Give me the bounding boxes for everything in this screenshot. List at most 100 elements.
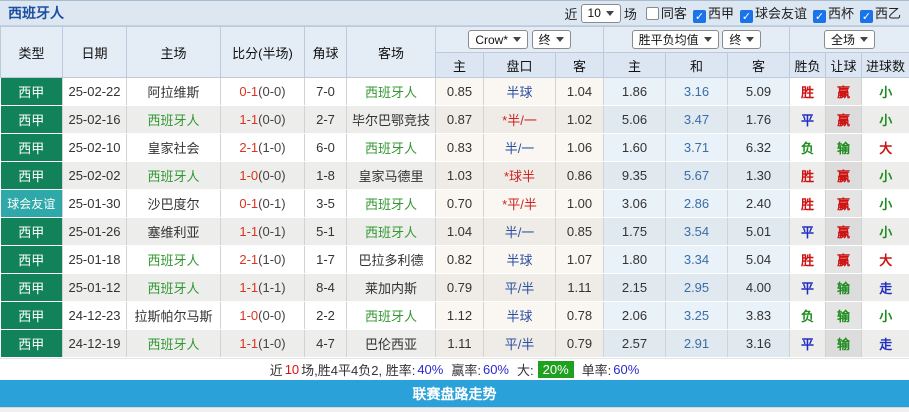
away-team[interactable]: 巴拉多利德 <box>347 246 436 274</box>
filter-bar: 近 10 场 同客✓西甲✓球会友谊✓西杯✓西乙 <box>565 3 901 23</box>
avg-time-select[interactable]: 终 <box>722 30 761 49</box>
away-team[interactable]: 西班牙人 <box>347 78 436 106</box>
corner-cell: 8-4 <box>305 274 347 302</box>
away-team[interactable]: 巴伦西亚 <box>347 330 436 358</box>
handicap-cell: *半/一 <box>484 106 556 134</box>
goals-result-cell: 小 <box>862 218 909 246</box>
chevron-down-icon <box>860 37 868 42</box>
avg-home-cell: 5.06 <box>604 106 666 134</box>
goals-result-cell: 走 <box>862 330 909 358</box>
col-header-corner: 角球 <box>305 27 347 78</box>
handicap-cell: *球半 <box>484 162 556 190</box>
corner-cell: 2-7 <box>305 106 347 134</box>
recent-count-value: 10 <box>588 6 601 20</box>
away-team[interactable]: 莱加内斯 <box>347 274 436 302</box>
halftime-score: (0-0) <box>258 84 285 99</box>
home-team[interactable]: 阿拉维斯 <box>127 78 221 106</box>
home-team[interactable]: 西班牙人 <box>127 330 221 358</box>
avg-away-cell: 4.00 <box>728 274 790 302</box>
filter-checkbox-label-0[interactable]: 同客 <box>661 6 687 21</box>
filter-checkbox-2[interactable]: ✓ <box>740 10 753 23</box>
match-row: 球会友谊25-01-30沙巴度尔0-1(0-1)3-5西班牙人0.70*平/半1… <box>1 190 909 218</box>
bookmaker-select[interactable]: Crow* <box>468 30 528 49</box>
filter-checkbox-1[interactable]: ✓ <box>693 10 706 23</box>
away-team[interactable]: 毕尔巴鄂竞技 <box>347 106 436 134</box>
home-team[interactable]: 西班牙人 <box>127 274 221 302</box>
away-team[interactable]: 西班牙人 <box>347 190 436 218</box>
col-header-away: 客场 <box>347 27 436 78</box>
let-rate: 60% <box>483 362 509 377</box>
away-odds-cell: 0.78 <box>556 302 604 330</box>
home-odds-cell: 1.04 <box>436 218 484 246</box>
halftime-score: (0-0) <box>258 112 285 127</box>
home-team[interactable]: 西班牙人 <box>127 246 221 274</box>
home-team[interactable]: 西班牙人 <box>127 162 221 190</box>
home-team[interactable]: 拉斯帕尔马斯 <box>127 302 221 330</box>
away-odds-cell: 0.86 <box>556 162 604 190</box>
filter-checkbox-3[interactable]: ✓ <box>813 10 826 23</box>
filter-checkbox-label-1[interactable]: 西甲 <box>708 6 734 21</box>
scope-select-value: 全场 <box>831 31 855 48</box>
matches-table: 类型 日期 主场 比分(半场) 角球 客场 Crow* 终 胜平负均值 <box>0 26 909 358</box>
fulltime-score: 1-0 <box>239 168 258 183</box>
recent-count-select[interactable]: 10 <box>581 4 621 23</box>
filter-checkbox-label-4[interactable]: 西乙 <box>875 6 901 21</box>
corner-cell: 3-5 <box>305 190 347 218</box>
bookmaker-time-select[interactable]: 终 <box>532 30 571 49</box>
away-team[interactable]: 西班牙人 <box>347 302 436 330</box>
chevron-down-icon <box>513 37 521 42</box>
handicap-cell: 半球 <box>484 302 556 330</box>
letball-result-cell: 输 <box>826 302 862 330</box>
scope-select[interactable]: 全场 <box>824 30 875 49</box>
halftime-score: (1-1) <box>258 280 285 295</box>
date-cell: 25-01-12 <box>63 274 127 302</box>
away-odds-cell: 1.07 <box>556 246 604 274</box>
fulltime-score: 0-1 <box>239 196 258 211</box>
home-odds-cell: 0.87 <box>436 106 484 134</box>
away-team[interactable]: 西班牙人 <box>347 134 436 162</box>
avg-away-cell: 5.04 <box>728 246 790 274</box>
result-cell: 平 <box>790 274 826 302</box>
avg-draw-cell: 3.34 <box>666 246 728 274</box>
home-odds-cell: 0.85 <box>436 78 484 106</box>
handicap-cell: 半球 <box>484 78 556 106</box>
avg-away-cell: 6.32 <box>728 134 790 162</box>
handicap-cell: 半/一 <box>484 218 556 246</box>
sub-header-avg-home: 主 <box>604 53 666 78</box>
filter-checkbox-label-3[interactable]: 西杯 <box>828 6 854 21</box>
match-row: 西甲24-12-23拉斯帕尔马斯1-0(0-0)2-2西班牙人1.12半球0.7… <box>1 302 909 330</box>
corner-cell: 7-0 <box>305 78 347 106</box>
home-team[interactable]: 沙巴度尔 <box>127 190 221 218</box>
filter-checkbox-0[interactable] <box>646 7 659 20</box>
result-cell: 平 <box>790 330 826 358</box>
goals-result-cell: 小 <box>862 190 909 218</box>
score-cell: 1-0(0-0) <box>221 302 305 330</box>
avg-home-cell: 2.06 <box>604 302 666 330</box>
avg-draw-cell: 3.47 <box>666 106 728 134</box>
home-team[interactable]: 皇家社会 <box>127 134 221 162</box>
chevron-down-icon <box>606 11 614 16</box>
sub-header-avg-draw: 和 <box>666 53 728 78</box>
corner-cell: 4-7 <box>305 330 347 358</box>
win-rate: 40% <box>417 362 443 377</box>
date-cell: 25-02-22 <box>63 78 127 106</box>
home-team[interactable]: 塞维利亚 <box>127 218 221 246</box>
avg-type-select[interactable]: 胜平负均值 <box>632 30 719 49</box>
away-team[interactable]: 皇家马德里 <box>347 162 436 190</box>
handicap-cell: 半/一 <box>484 134 556 162</box>
halftime-score: (0-0) <box>258 168 285 183</box>
fulltime-score: 0-1 <box>239 84 258 99</box>
sub-header-odds-away: 客 <box>556 53 604 78</box>
away-team[interactable]: 西班牙人 <box>347 218 436 246</box>
avg-draw-cell: 2.86 <box>666 190 728 218</box>
filter-checkbox-label-2[interactable]: 球会友谊 <box>755 6 807 21</box>
letball-result-cell: 输 <box>826 330 862 358</box>
avg-away-cell: 5.09 <box>728 78 790 106</box>
filter-checkbox-4[interactable]: ✓ <box>860 10 873 23</box>
result-cell: 负 <box>790 134 826 162</box>
home-team[interactable]: 西班牙人 <box>127 106 221 134</box>
league-type-cell: 西甲 <box>1 330 63 358</box>
away-odds-cell: 0.79 <box>556 330 604 358</box>
sub-header-result: 胜负 <box>790 53 826 78</box>
fulltime-score: 1-1 <box>239 224 258 239</box>
